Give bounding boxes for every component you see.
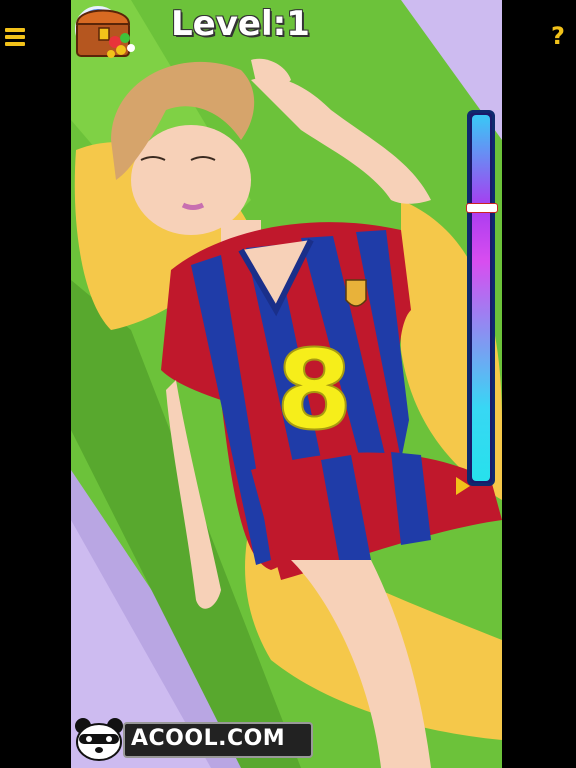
game-scene[interactable]: 8 [71,0,502,768]
love-meter-fill [472,115,490,481]
level-indicator: Level:1 [171,4,310,44]
game-stage[interactable]: 8 ℓ Level:1 ACOOL.COM [71,0,502,768]
hamburger-menu-icon[interactable] [5,28,25,48]
love-meter-knob [466,203,498,213]
panda-logo-icon [75,718,123,761]
meter-arrow-icon [456,477,470,495]
question-mark-icon[interactable]: ? [551,22,565,50]
right-sidebar: ? [502,0,576,768]
love-meter [456,110,498,495]
left-sidebar [0,0,71,768]
svg-text:8: 8 [276,326,353,454]
acool-logo[interactable]: ACOOL.COM [73,716,313,762]
treasure-chest-icon[interactable] [71,0,139,62]
logo-text: ACOOL.COM [131,726,286,751]
